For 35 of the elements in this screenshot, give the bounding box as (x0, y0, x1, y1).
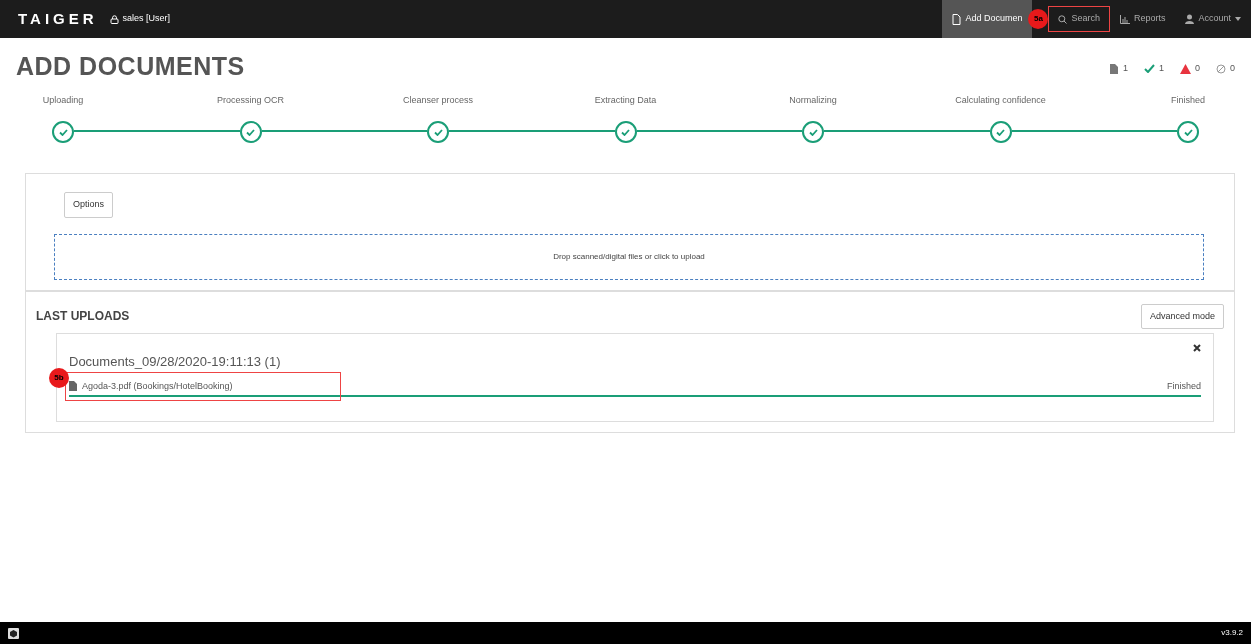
person-icon (1185, 14, 1195, 24)
nav-tab[interactable]: Account (1175, 0, 1251, 38)
version-label: v3.9.2 (1221, 627, 1243, 639)
document-icon (952, 13, 962, 25)
step-label: Uploading (42, 93, 84, 107)
upload-dropzone[interactable]: Drop scanned/digital files or click to upload (54, 233, 1204, 280)
page-title: ADD DOCUMENTS (16, 51, 245, 82)
step-label: Normalizing (789, 93, 837, 107)
app-logo-icon (8, 627, 19, 639)
chart-icon (1119, 14, 1130, 24)
search-icon (1058, 14, 1068, 24)
section-title: LAST UPLOADS (36, 308, 130, 326)
stat-count: 1 (1158, 62, 1164, 75)
user-label: sales [User] (122, 12, 171, 26)
advanced-mode-button[interactable]: Advanced mode (1140, 303, 1224, 329)
step-label: Extracting Data (594, 93, 657, 107)
file-name[interactable]: Agoda-3.pdf (Bookings/HotelBooking) (82, 379, 233, 393)
annotation-frame (1048, 6, 1110, 32)
batch-title: Documents_09/28/2020-19:11:13 (1) (69, 353, 281, 371)
nav-tab[interactable]: Search (1048, 0, 1110, 38)
step-label: Processing OCR (217, 93, 284, 107)
step-label: Cleanser process (403, 93, 473, 107)
step-label: Finished (1171, 93, 1205, 107)
nav-tab[interactable]: Add Documen (942, 0, 1033, 38)
nav-tab[interactable]: Reports (1109, 0, 1176, 38)
brand-logo: TAIGER (18, 8, 98, 29)
close-icon[interactable] (1193, 344, 1201, 352)
options-button[interactable]: Options (64, 192, 114, 218)
stat-count: 0 (1230, 62, 1235, 75)
stat-count: 1 (1122, 62, 1128, 75)
file-icon (69, 381, 78, 392)
stat-count: 0 (1194, 62, 1200, 75)
lock-icon (109, 14, 119, 24)
file-status: Finished (1166, 379, 1201, 393)
step-label: Calculating confidence (955, 93, 1046, 107)
